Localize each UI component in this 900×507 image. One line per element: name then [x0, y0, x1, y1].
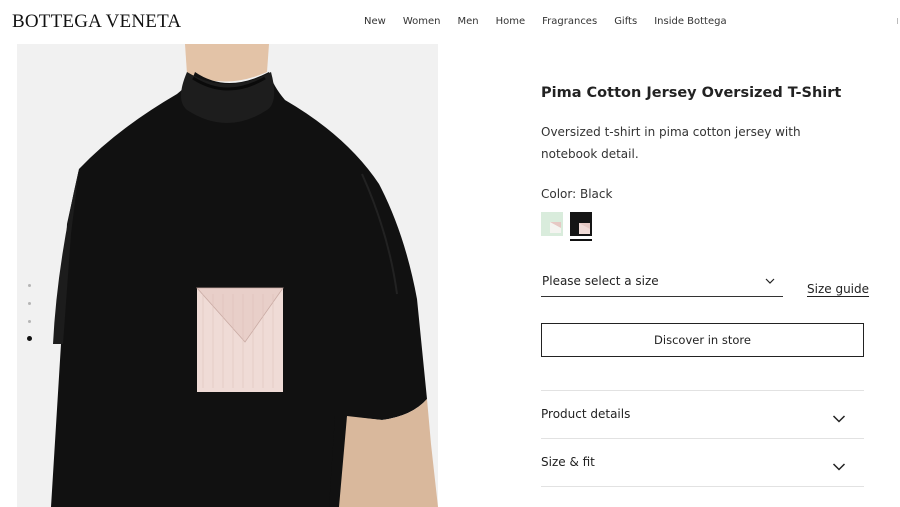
chevron-down-icon	[832, 409, 846, 428]
gallery-dot-3[interactable]	[28, 320, 31, 323]
accordion-label: Size & fit	[541, 455, 595, 469]
size-guide-link[interactable]: Size guide	[807, 282, 869, 296]
color-swatch-green[interactable]	[541, 212, 563, 236]
size-select[interactable]: Please select a size	[541, 272, 783, 297]
brand-logo[interactable]: BOTTEGA VENETA	[12, 11, 181, 33]
gallery-dot-4[interactable]	[27, 336, 32, 341]
color-label: Color: Black	[541, 187, 613, 201]
size-select-label: Please select a size	[542, 274, 659, 288]
accordion-product-details[interactable]: Product details	[541, 391, 864, 439]
chevron-down-icon	[832, 457, 846, 476]
nav-item-gifts[interactable]: Gifts	[614, 16, 637, 27]
product-description: Oversized t-shirt in pima cotton jersey …	[541, 125, 801, 161]
accordion-label: Product details	[541, 407, 631, 421]
color-swatch-black[interactable]	[570, 212, 592, 241]
accordion-size-fit[interactable]: Size & fit	[541, 439, 864, 487]
gallery-dot-2[interactable]	[28, 302, 31, 305]
swatch-thumbnail	[579, 223, 590, 234]
swatch-thumbnail	[550, 222, 561, 233]
site-header: BOTTEGA VENETA New Women Men Home Fragra…	[0, 0, 900, 44]
tshirt-model-image	[17, 44, 438, 507]
divider	[541, 486, 864, 487]
nav-item-fragrances[interactable]: Fragrances	[542, 16, 597, 27]
main-nav: New Women Men Home Fragrances Gifts Insi…	[364, 16, 727, 27]
discover-in-store-button[interactable]: Discover in store	[541, 323, 864, 357]
product-title: Pima Cotton Jersey Oversized T-Shirt	[541, 85, 842, 101]
scroll-edge-mark	[897, 18, 898, 24]
nav-item-new[interactable]: New	[364, 16, 386, 27]
nav-item-inside-bottega[interactable]: Inside Bottega	[654, 16, 726, 27]
nav-item-men[interactable]: Men	[457, 16, 478, 27]
product-image[interactable]	[17, 44, 438, 507]
nav-item-home[interactable]: Home	[496, 16, 526, 27]
nav-item-women[interactable]: Women	[403, 16, 441, 27]
chevron-down-icon	[765, 275, 775, 289]
gallery-dot-1[interactable]	[28, 284, 31, 287]
